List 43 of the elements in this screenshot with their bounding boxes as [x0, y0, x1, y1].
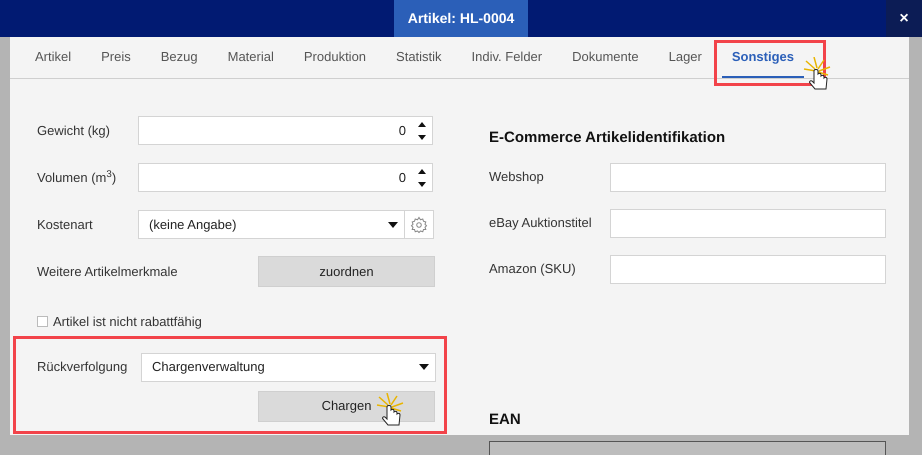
spinner-arrows-icon[interactable]: [418, 120, 426, 140]
spinner-arrows-icon[interactable]: [418, 168, 426, 188]
dropdown-field[interactable]: (keine Angabe): [138, 210, 405, 239]
tab[interactable]: Bezug: [150, 37, 208, 78]
assign-button[interactable]: zuordnen: [258, 256, 435, 287]
section-heading: E-Commerce Artikelidentifikation: [489, 128, 726, 148]
field-value: 0: [398, 168, 406, 187]
number-field[interactable]: 0: [138, 116, 433, 145]
number-field[interactable]: 0: [138, 163, 433, 192]
checkbox-label: Artikel ist nicht rabattfähig: [53, 313, 202, 331]
text-field[interactable]: [610, 162, 886, 192]
tab[interactable]: Statistik: [386, 37, 452, 78]
tab[interactable]: Sonstiges: [722, 37, 804, 78]
settings-icon: [410, 216, 428, 234]
field-label: Weitere Artikelmerkmale: [37, 262, 179, 281]
tab[interactable]: Produktion: [294, 37, 376, 78]
close-button[interactable]: ×: [886, 0, 922, 37]
field-label: Webshop: [489, 168, 545, 186]
field-label: eBay Auktionstitel: [489, 214, 593, 232]
dropdown-caret-icon: [419, 364, 429, 370]
settings-button[interactable]: [405, 210, 434, 239]
dropdown-value: Chargenverwaltung: [152, 358, 265, 376]
checkbox[interactable]: [37, 316, 48, 328]
field-value: 0: [398, 122, 406, 140]
text-field[interactable]: [610, 208, 886, 238]
tab[interactable]: Artikel: [25, 37, 82, 78]
dropdown-value: (keine Angabe): [149, 216, 236, 234]
dropdown-caret-icon: [388, 222, 398, 228]
tab[interactable]: Indiv. Felder: [462, 37, 552, 78]
dropdown-field[interactable]: Chargenverwaltung: [141, 352, 436, 382]
text-field[interactable]: [610, 254, 886, 284]
field-label: Kostenart: [37, 216, 94, 234]
tab[interactable]: Material: [218, 37, 284, 78]
batches-button[interactable]: Chargen: [258, 390, 435, 422]
field-label: Gewicht (kg): [37, 122, 111, 140]
window-title: Artikel: HL-0004: [394, 0, 528, 37]
section-heading: EAN: [489, 410, 522, 430]
field-label: Volumen (m$^{3}$): [37, 168, 118, 187]
field-label: Amazon (SKU): [489, 260, 577, 278]
tab[interactable]: Lager: [658, 37, 712, 78]
field-label: Rückverfolgung: [37, 358, 128, 376]
tab[interactable]: Preis: [91, 37, 141, 78]
tab[interactable]: Dokumente: [562, 37, 649, 78]
